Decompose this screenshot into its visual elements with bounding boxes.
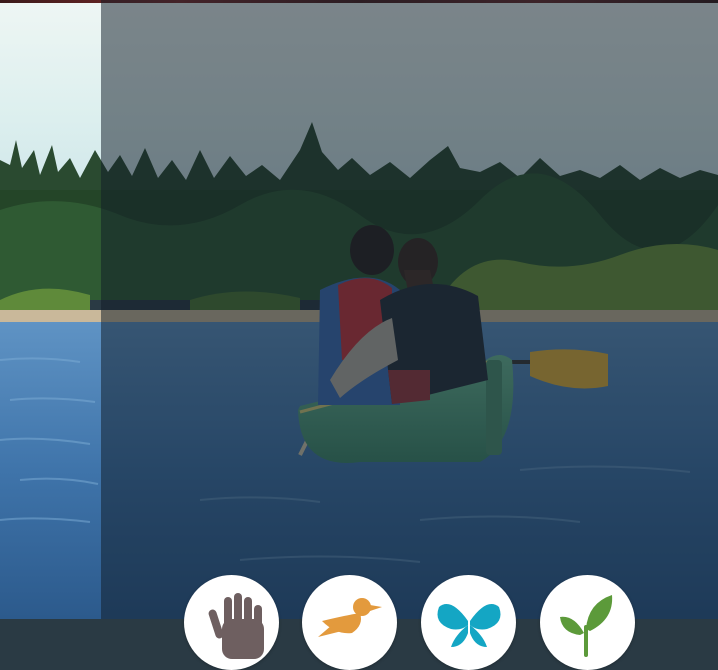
leaf-icon: [560, 595, 613, 657]
hand-icon: [208, 593, 264, 659]
butterfly-icon: [437, 604, 501, 647]
activity-icon-row: [184, 575, 654, 670]
hand-icon-button[interactable]: [184, 575, 279, 670]
bird-icon: [318, 598, 382, 637]
butterfly-icon-button[interactable]: [421, 575, 516, 670]
bird-icon-button[interactable]: [302, 575, 397, 670]
leaf-icon-button[interactable]: [540, 575, 635, 670]
dark-overlay-panel: [101, 0, 718, 619]
